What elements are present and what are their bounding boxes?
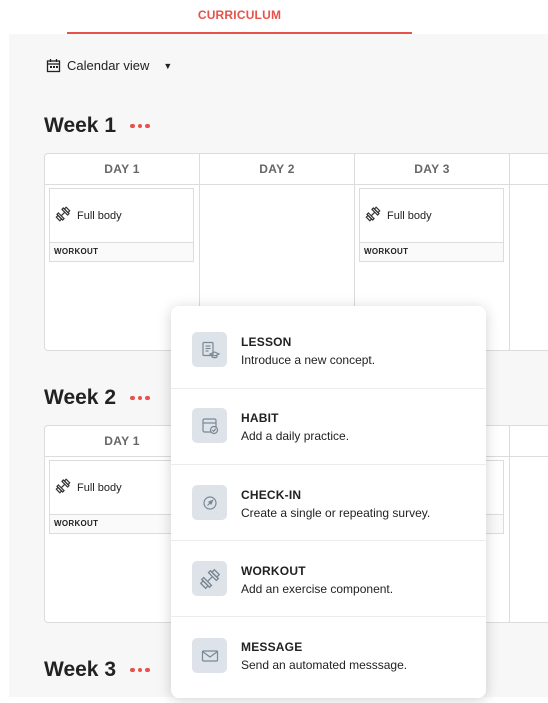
workout-icon [192, 561, 227, 596]
workout-name: Full body [77, 481, 122, 494]
card-type-label: WORKOUT [360, 242, 503, 261]
menu-item-check-in[interactable]: CHECK-IN Create a single or repeating su… [171, 465, 486, 541]
day-header: DAY 2 [200, 154, 354, 185]
check-in-icon [192, 485, 227, 520]
habit-icon [192, 408, 227, 443]
tab-active-indicator [67, 32, 412, 34]
workout-name: Full body [77, 209, 122, 222]
tab-curriculum[interactable]: CURRICULUM [67, 8, 412, 22]
calendar-view-label: Calendar view [67, 58, 150, 73]
week-title: Week 1 [44, 114, 116, 137]
week-title: Week 2 [44, 386, 116, 409]
menu-item-description: Create a single or repeating survey. [241, 506, 431, 520]
week-2-more-options[interactable] [130, 395, 150, 401]
day-header [510, 426, 548, 457]
message-icon [192, 638, 227, 673]
menu-item-title: HABIT [241, 411, 279, 425]
menu-item-lesson[interactable]: LESSON Introduce a new concept. [171, 306, 486, 382]
menu-item-description: Add an exercise component. [241, 582, 394, 596]
chevron-down-icon: ▼ [163, 60, 173, 71]
menu-item-workout[interactable]: WORKOUT Add an exercise component. [171, 541, 486, 617]
lesson-icon [192, 332, 227, 367]
workout-card[interactable]: Full body WORKOUT [359, 188, 504, 262]
week-1-header: Week 1 [44, 114, 150, 138]
tab-bar: CURRICULUM [0, 0, 548, 34]
day-header [510, 154, 548, 185]
day-column[interactable] [510, 154, 548, 350]
menu-item-title: MESSAGE [241, 640, 303, 654]
week-title: Week 3 [44, 658, 116, 681]
day-column[interactable] [510, 426, 548, 622]
menu-item-description: Add a daily practice. [241, 429, 350, 443]
day-header: DAY 3 [355, 154, 509, 185]
dumbbell-icon [55, 206, 71, 225]
workout-card[interactable]: Full body WORKOUT [49, 188, 194, 262]
menu-item-message[interactable]: MESSAGE Send an automated messsage. [171, 617, 486, 693]
calendar-view-dropdown[interactable]: Calendar view ▼ [46, 58, 172, 73]
menu-item-description: Send an automated messsage. [241, 658, 408, 672]
day-header: DAY 1 [45, 154, 199, 185]
week-3-more-options[interactable] [130, 667, 150, 673]
week-2-header: Week 2 [44, 386, 150, 410]
menu-item-title: WORKOUT [241, 564, 306, 578]
card-type-label: WORKOUT [50, 242, 193, 261]
add-item-menu: LESSON Introduce a new concept. HABIT Ad… [171, 306, 486, 698]
menu-item-title: CHECK-IN [241, 488, 302, 502]
workout-name: Full body [387, 209, 432, 222]
calendar-icon [46, 58, 61, 73]
dumbbell-icon [55, 478, 71, 497]
menu-item-description: Introduce a new concept. [241, 353, 376, 367]
menu-item-title: LESSON [241, 335, 292, 349]
dumbbell-icon [365, 206, 381, 225]
week-1-more-options[interactable] [130, 123, 150, 129]
week-3-header: Week 3 [44, 658, 150, 682]
menu-item-habit[interactable]: HABIT Add a daily practice. [171, 389, 486, 465]
